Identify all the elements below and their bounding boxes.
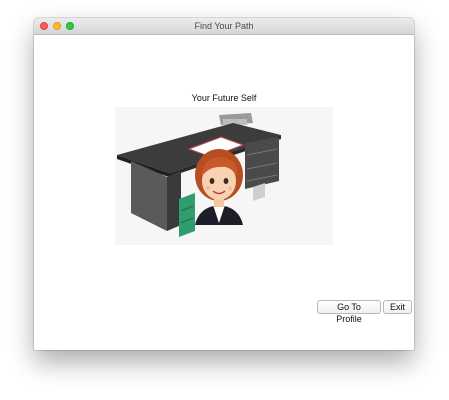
right-drawer-unit: [245, 137, 279, 189]
left-pedestal-side: [167, 171, 181, 231]
exit-button[interactable]: Exit: [383, 300, 412, 314]
main-content: Your Future Self Go To Profile Exit: [34, 35, 414, 350]
cheek: [206, 186, 210, 190]
cheek: [228, 186, 232, 190]
woman-at-desk-illustration: [117, 113, 281, 237]
app-window: Find Your Path Your Future Self Go To Pr…: [34, 18, 414, 350]
screen: Find Your Path Your Future Self Go To Pr…: [0, 0, 449, 400]
page-heading: Your Future Self: [191, 93, 257, 103]
go-to-profile-button[interactable]: Go To Profile: [317, 300, 381, 324]
left-eye: [209, 178, 215, 184]
future-self-image: [115, 107, 333, 245]
green-cabinet: [179, 193, 195, 237]
right-eye: [223, 178, 229, 184]
title-bar[interactable]: Find Your Path: [34, 18, 414, 35]
window-title: Find Your Path: [194, 21, 254, 31]
